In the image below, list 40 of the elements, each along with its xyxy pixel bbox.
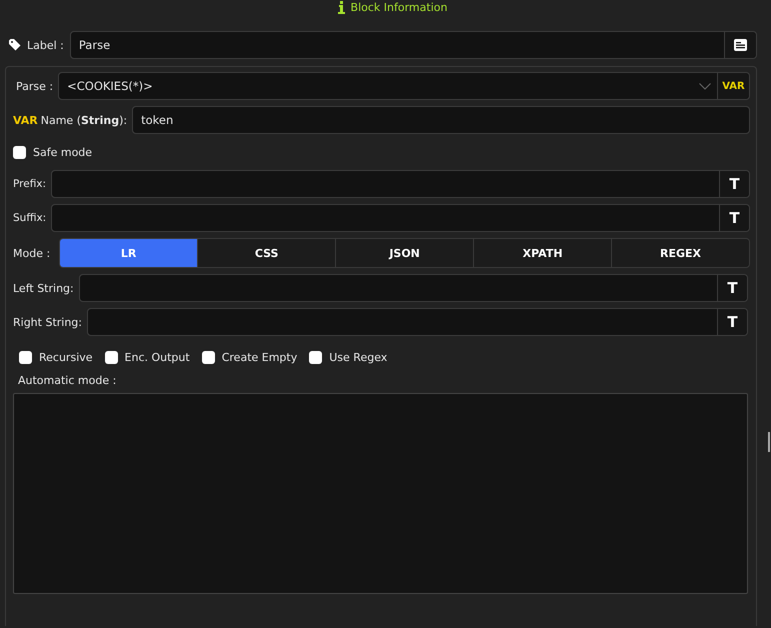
parse-dropdown[interactable]: <COOKIES(*)> VAR (58, 72, 750, 100)
text-field[interactable]: T (51, 170, 750, 198)
field-label: Left String: (13, 282, 74, 294)
text-area[interactable] (13, 393, 748, 594)
var-button[interactable]: VAR (717, 73, 749, 99)
text-button[interactable]: T (719, 205, 749, 231)
text-field[interactable]: T (87, 308, 748, 336)
chevron-icon (699, 82, 711, 90)
text-field[interactable]: T (51, 204, 750, 232)
field-label: Right String: (13, 316, 82, 328)
section-label: Automatic mode : (17, 374, 118, 387)
scrollbar[interactable] (768, 432, 770, 452)
var-tag: VAR (13, 114, 38, 126)
mode-tab[interactable]: CSS (197, 239, 336, 267)
label-field[interactable]: Parse (70, 31, 757, 59)
mode-tab[interactable]: XPATH (473, 239, 612, 267)
text-field[interactable]: T (78, 274, 748, 302)
field-label: Parse : (16, 80, 54, 92)
tag-icon (9, 39, 21, 51)
field-label: Suffix: (13, 212, 46, 224)
header-title: Block Information (350, 0, 448, 14)
field-label: Mode : (13, 246, 50, 260)
safe-mode-checkbox[interactable]: Safe mode (13, 146, 92, 158)
field-label: Label : (27, 38, 64, 52)
field-label: Prefix: (13, 178, 46, 190)
field-label: Name (String): (40, 114, 128, 126)
notes-button[interactable] (724, 32, 756, 58)
notes-icon (734, 39, 747, 51)
option-checkbox[interactable]: Recursive (19, 350, 93, 364)
mode-tab[interactable]: JSON (335, 239, 474, 267)
option-checkbox[interactable]: Enc. Output (104, 350, 190, 364)
mode-tab[interactable]: LR (60, 239, 198, 267)
mode-tab[interactable]: REGEX (611, 239, 749, 267)
text-button[interactable]: T (717, 275, 747, 301)
name-field[interactable]: token (132, 106, 750, 134)
text-button[interactable]: T (717, 309, 747, 335)
text-button[interactable]: T (719, 171, 749, 197)
info-icon (338, 0, 345, 14)
option-checkbox[interactable]: Create Empty (202, 350, 298, 364)
option-checkbox[interactable]: Use Regex (309, 350, 388, 364)
